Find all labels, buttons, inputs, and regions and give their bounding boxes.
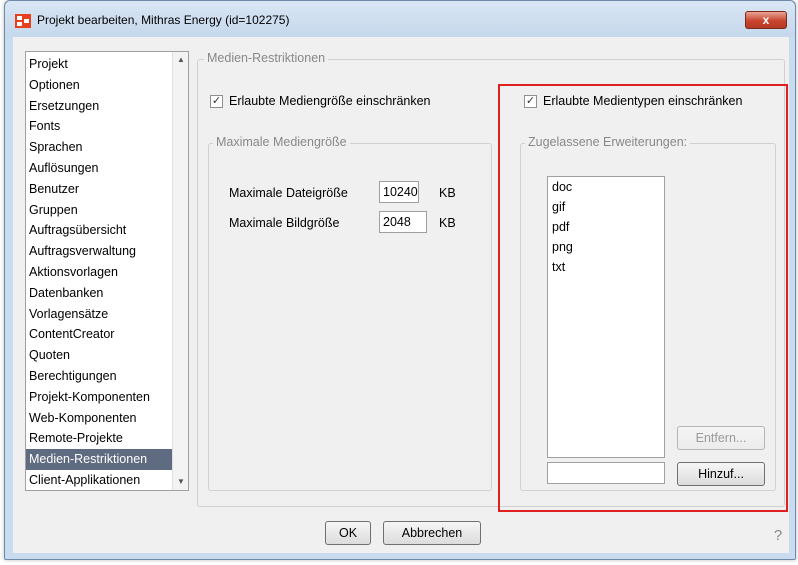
restrict-size-label: Erlaubte Mediengröße einschränken: [229, 94, 431, 108]
ok-button[interactable]: OK: [325, 521, 371, 545]
highlight-frame: [498, 84, 788, 512]
scroll-down-icon[interactable]: ▼: [173, 474, 188, 490]
max-size-title: Maximale Mediengröße: [213, 135, 350, 149]
window-title: Projekt bearbeiten, Mithras Energy (id=1…: [37, 13, 290, 27]
category-item[interactable]: Auflösungen: [26, 158, 174, 179]
max-file-size-label: Maximale Dateigröße: [229, 186, 348, 200]
category-item[interactable]: Projekt: [26, 54, 174, 75]
category-item[interactable]: Quoten: [26, 345, 174, 366]
scroll-up-icon[interactable]: ▲: [173, 52, 188, 68]
category-list-items: Projekt Optionen Ersetzungen Fonts Sprachen A…: [26, 54, 174, 490]
category-item[interactable]: Aktionsvorlagen: [26, 262, 174, 283]
category-item[interactable]: Datenbanken: [26, 283, 174, 304]
category-list[interactable]: Projekt Optionen Ersetzungen Fonts Sprachen A…: [25, 51, 189, 491]
max-file-size-input[interactable]: 10240: [379, 181, 419, 203]
category-item[interactable]: Ersetzungen: [26, 96, 174, 117]
restrict-size-row[interactable]: ✓ Erlaubte Mediengröße einschränken: [210, 94, 431, 108]
category-item[interactable]: Auftragsverwaltung: [26, 241, 174, 262]
app-logo-icon: [15, 14, 31, 28]
media-restrictions-title: Medien-Restriktionen: [204, 51, 329, 65]
category-item[interactable]: Berechtigungen: [26, 366, 174, 387]
max-image-size-label: Maximale Bildgröße: [229, 216, 340, 230]
category-item[interactable]: ContentCreator: [26, 324, 174, 345]
max-size-group: Maximale Mediengröße Maximale Dateigröße…: [208, 135, 492, 491]
category-item[interactable]: Web-Komponenten: [26, 408, 174, 429]
category-item[interactable]: Gruppen: [26, 200, 174, 221]
category-item[interactable]: Vorlagensätze: [26, 304, 174, 325]
category-item[interactable]: Auftragsübersicht: [26, 220, 174, 241]
category-item[interactable]: Medien-Restriktionen: [26, 449, 174, 470]
category-item[interactable]: Benutzer: [26, 179, 174, 200]
category-list-scrollbar[interactable]: ▲ ▼: [172, 52, 188, 490]
category-item[interactable]: Client-Applikationen: [26, 470, 174, 490]
category-item[interactable]: Optionen: [26, 75, 174, 96]
cancel-button[interactable]: Abbrechen: [383, 521, 481, 545]
category-item[interactable]: Sprachen: [26, 137, 174, 158]
close-button[interactable]: x: [745, 11, 787, 29]
restrict-size-checkbox[interactable]: ✓: [210, 94, 223, 108]
max-image-size-input[interactable]: 2048: [379, 211, 427, 233]
max-image-size-unit: KB: [439, 216, 456, 230]
category-item[interactable]: Remote-Projekte: [26, 428, 174, 449]
help-icon[interactable]: ?: [771, 527, 785, 545]
category-item[interactable]: Fonts: [26, 116, 174, 137]
category-item[interactable]: Projekt-Komponenten: [26, 387, 174, 408]
max-file-size-unit: KB: [439, 186, 456, 200]
title-bar[interactable]: Projekt bearbeiten, Mithras Energy (id=1…: [5, 1, 795, 37]
